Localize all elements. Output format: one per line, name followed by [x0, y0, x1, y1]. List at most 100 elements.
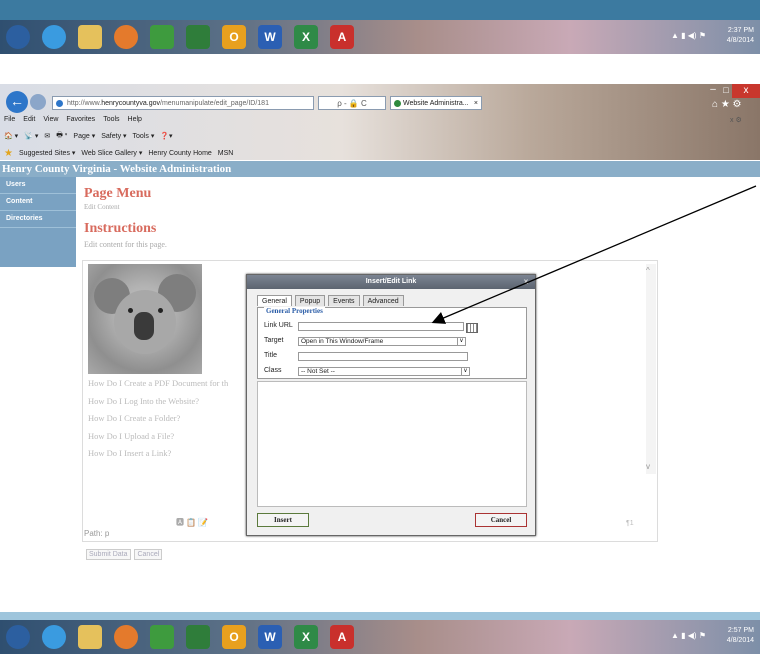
- target-label: Target: [264, 337, 284, 344]
- screen-icon[interactable]: [186, 25, 210, 49]
- help-command[interactable]: ❓▾: [160, 132, 172, 140]
- menu-edit[interactable]: Edit: [23, 116, 35, 128]
- excel-icon[interactable]: X: [294, 25, 318, 49]
- list-item[interactable]: How Do I Create a Folder?: [88, 413, 228, 431]
- taskbar-top: O W X A ▲ ▮ ◀) ⚑ 2:37 PM 4/8/2014: [0, 20, 760, 54]
- back-button[interactable]: ←: [6, 91, 28, 113]
- menu-view[interactable]: View: [43, 116, 58, 128]
- clock-date: 4/8/2014: [726, 37, 754, 44]
- fav-web-slice-gallery[interactable]: Web Slice Gallery ▾: [81, 149, 142, 157]
- submit-data-button[interactable]: Submit Data: [86, 549, 131, 560]
- command-bar: 🏠 ▾ 📡 ▾ ✉ 🖶 ▾ Page ▾ Safety ▾ Tools ▾ ❓▾: [4, 130, 179, 142]
- list-item[interactable]: How Do I Insert a Link?: [88, 448, 228, 466]
- close-window-button[interactable]: x: [732, 84, 760, 98]
- outlook-icon[interactable]: O: [222, 625, 246, 649]
- address-bar[interactable]: http://www.henrycountyva.gov/menumanipul…: [52, 96, 314, 110]
- sidebar-item-users[interactable]: Users: [0, 177, 76, 194]
- tray-icons[interactable]: ▲ ▮ ◀) ⚑: [671, 631, 706, 641]
- system-tray[interactable]: ▲ ▮ ◀) ⚑ 2:57 PM 4/8/2014: [671, 626, 754, 646]
- clock-time: 2:57 PM: [727, 627, 754, 634]
- dialog-titlebar[interactable]: Insert/Edit Link x: [247, 275, 535, 289]
- link-url-input[interactable]: [298, 322, 464, 331]
- list-item[interactable]: How Do I Upload a File?: [88, 431, 228, 449]
- editor-scrollbar[interactable]: [646, 264, 656, 474]
- dialog-close-icon[interactable]: x: [521, 277, 531, 287]
- home-favorites-tools-icons[interactable]: ⌂ ★ ⚙: [712, 99, 742, 110]
- acrobat-icon[interactable]: A: [330, 625, 354, 649]
- top-strip: [0, 0, 760, 20]
- maximize-button[interactable]: □: [720, 84, 732, 98]
- system-tray[interactable]: ▲ ▮ ◀) ⚑ 2:37 PM 4/8/2014: [671, 26, 754, 46]
- chevron-down-icon[interactable]: ∨: [457, 338, 465, 345]
- scroll-up-icon[interactable]: ^: [646, 266, 650, 275]
- page-subtitle: Edit Content: [84, 203, 120, 211]
- tray-icons[interactable]: ▲ ▮ ◀) ⚑: [671, 31, 706, 41]
- tools-command[interactable]: Tools ▾: [133, 132, 155, 140]
- media-icon[interactable]: [114, 625, 138, 649]
- class-select[interactable]: -- Not Set -- ∨: [298, 367, 470, 376]
- chrome-icon[interactable]: [150, 25, 174, 49]
- list-item[interactable]: How Do I Create a PDF Document for th: [88, 378, 228, 396]
- fav-suggested-sites[interactable]: Suggested Sites ▾: [19, 149, 75, 157]
- menu-favorites[interactable]: Favorites: [66, 116, 95, 128]
- link-url-label: Link URL: [264, 322, 293, 329]
- instructions-title: Instructions: [84, 221, 157, 236]
- acrobat-icon[interactable]: A: [330, 25, 354, 49]
- mail-command[interactable]: ✉: [44, 132, 50, 140]
- tab-website-administration[interactable]: Website Administra... ×: [390, 96, 482, 110]
- forward-button[interactable]: [30, 94, 46, 110]
- screen-icon[interactable]: [186, 625, 210, 649]
- menu-help[interactable]: Help: [128, 116, 142, 128]
- dialog-tabs: General Popup Events Advanced: [257, 295, 407, 306]
- ie-icon[interactable]: [42, 625, 66, 649]
- home-command[interactable]: 🏠 ▾: [4, 132, 18, 140]
- word-icon[interactable]: W: [258, 625, 282, 649]
- minimize-button[interactable]: –: [706, 84, 720, 98]
- scroll-down-icon[interactable]: v: [646, 462, 650, 471]
- class-label: Class: [264, 367, 282, 374]
- outlook-icon[interactable]: O: [222, 25, 246, 49]
- excel-icon[interactable]: X: [294, 625, 318, 649]
- favorites-bar: ★ Suggested Sites ▾ Web Slice Gallery ▾ …: [4, 147, 239, 159]
- cancel-page-button[interactable]: Cancel: [134, 549, 163, 560]
- favorites-star-icon[interactable]: ★: [4, 148, 13, 159]
- general-properties-fieldset: General Properties Link URL Target Open …: [257, 307, 527, 379]
- tab-events[interactable]: Events: [328, 295, 360, 306]
- insert-edit-link-dialog: Insert/Edit Link x General Popup Events …: [246, 274, 536, 536]
- fav-msn[interactable]: MSN: [218, 150, 234, 157]
- target-select[interactable]: Open in This Window/Frame ∨: [298, 337, 466, 346]
- media-icon[interactable]: [114, 25, 138, 49]
- title-input[interactable]: [298, 352, 468, 361]
- tab-close-icon[interactable]: ×: [474, 97, 478, 109]
- sidebar-item-content[interactable]: Content: [0, 194, 76, 211]
- editor-toolbar-icons[interactable]: 🅰 📋 📝: [176, 517, 208, 528]
- chevron-down-icon[interactable]: ∨: [461, 368, 469, 375]
- word-icon[interactable]: W: [258, 25, 282, 49]
- folder-icon[interactable]: [78, 25, 102, 49]
- toolbar-right-icons[interactable]: x ⚙: [730, 116, 742, 124]
- start-icon[interactable]: [6, 25, 30, 49]
- menu-tools[interactable]: Tools: [103, 116, 119, 128]
- folder-icon[interactable]: [78, 625, 102, 649]
- list-item[interactable]: How Do I Log Into the Website?: [88, 396, 228, 414]
- address-tools[interactable]: ρ - 🔒 C: [318, 96, 386, 110]
- chrome-icon[interactable]: [150, 625, 174, 649]
- page-command[interactable]: Page ▾: [73, 132, 95, 140]
- feeds-command[interactable]: 📡 ▾: [24, 132, 38, 140]
- cancel-button[interactable]: Cancel: [475, 513, 527, 527]
- tab-advanced[interactable]: Advanced: [362, 295, 404, 306]
- page-title: Page Menu: [84, 186, 152, 201]
- print-command[interactable]: 🖶 ▾: [56, 131, 67, 142]
- start-icon[interactable]: [6, 625, 30, 649]
- safety-command[interactable]: Safety ▾: [101, 132, 126, 140]
- insert-button[interactable]: Insert: [257, 513, 309, 527]
- menu-file[interactable]: File: [4, 116, 15, 128]
- sidebar-item-directories[interactable]: Directories: [0, 211, 76, 228]
- instructions-text: Edit content for this page.: [84, 240, 167, 249]
- tab-popup[interactable]: Popup: [294, 295, 326, 306]
- fav-henry-county-home[interactable]: Henry County Home: [148, 150, 211, 157]
- tab-general[interactable]: General: [257, 295, 292, 306]
- ie-icon[interactable]: [42, 25, 66, 49]
- site-header: Henry County Virginia - Website Administ…: [0, 161, 760, 177]
- browse-icon[interactable]: [466, 323, 478, 333]
